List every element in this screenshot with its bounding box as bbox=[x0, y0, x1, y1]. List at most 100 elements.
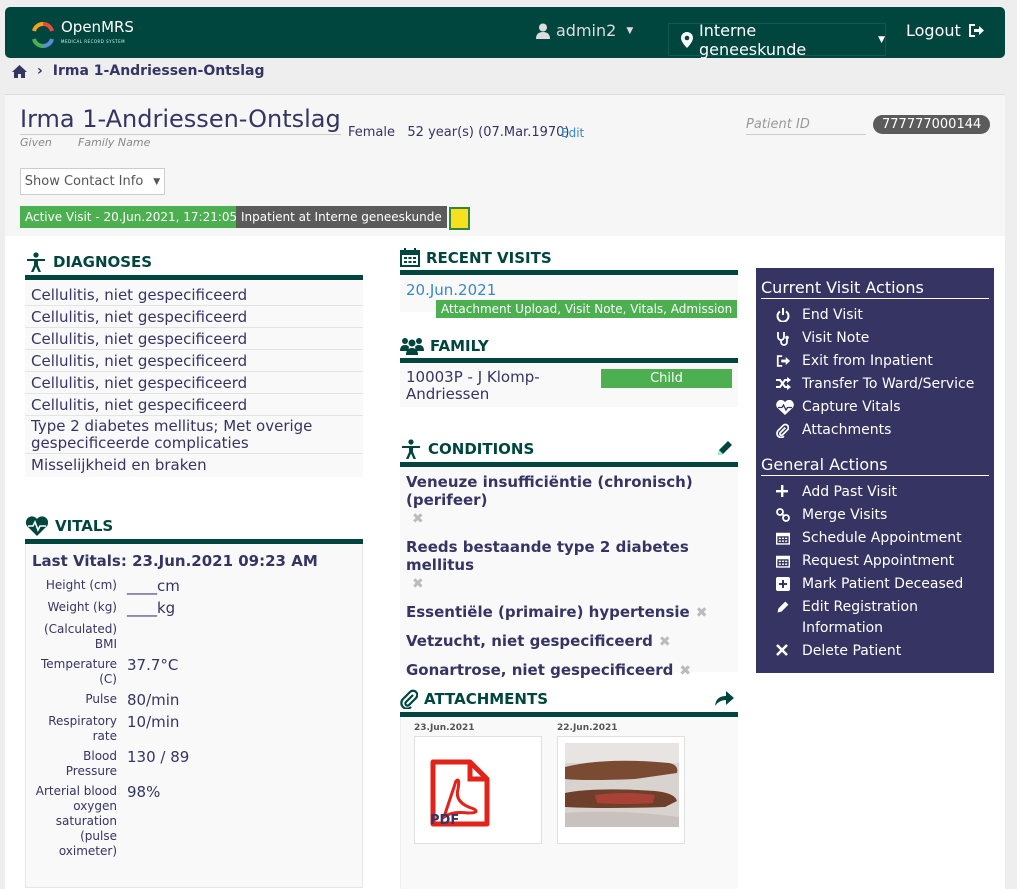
diagnosis-item: Cellulitis, niet gespecificeerd bbox=[25, 394, 363, 416]
attachment-thumbnail-pdf[interactable]: PDF bbox=[414, 736, 542, 844]
capture-vitals-action[interactable]: Capture Vitals bbox=[761, 397, 989, 418]
condition-icon bbox=[402, 439, 420, 459]
exit-from-inpatient-action[interactable]: Exit from Inpatient bbox=[761, 351, 989, 372]
vital-value: 10/min bbox=[127, 713, 180, 731]
pencil-icon bbox=[776, 597, 802, 614]
visit-actions-panel: Current Visit Actions End Visit Visit No… bbox=[756, 268, 994, 673]
conditions-list: Veneuze insufficiëntie (chronisch) (peri… bbox=[400, 467, 738, 679]
heart-icon bbox=[776, 397, 802, 415]
attachments-header: ATTACHMENTS bbox=[400, 689, 738, 717]
diagnoses-title: DIAGNOSES bbox=[53, 253, 153, 271]
vital-value: 80/min bbox=[127, 691, 180, 709]
visit-note-action[interactable]: Visit Note bbox=[761, 328, 989, 349]
share-arrow-icon[interactable] bbox=[713, 689, 735, 707]
visit-date-link[interactable]: 20.Jun.2021 bbox=[406, 281, 732, 299]
vital-label: Pulse bbox=[85, 692, 117, 706]
location-selector[interactable]: Interne geneeskunde ▼ bbox=[668, 21, 886, 59]
brand-name: OpenMRS MEDICAL RECORD SYSTEM bbox=[61, 20, 134, 49]
breadcrumb-patient: Irma 1-Andriessen-Ontslag bbox=[52, 63, 265, 79]
end-visit-action[interactable]: End Visit bbox=[761, 305, 989, 326]
family-section: FAMILY 10003P - J Klomp-Andriessen Child bbox=[400, 337, 738, 407]
chevron-down-icon: ▼ bbox=[878, 34, 885, 45]
active-visit-badge: Active Visit - 20.Jun.2021, 17:21:05 bbox=[20, 206, 243, 228]
diagnosis-item: Cellulitis, niet gespecificeerd bbox=[25, 328, 363, 350]
remove-condition-icon[interactable]: ✖ bbox=[696, 605, 708, 621]
brand-label: OpenMRS bbox=[61, 18, 134, 36]
condition-label: Gonartrose, niet gespecificeerd bbox=[406, 661, 674, 679]
family-member-name[interactable]: 10003P - J Klomp-Andriessen bbox=[406, 369, 586, 403]
attachment-date: 23.Jun.2021 bbox=[414, 723, 475, 733]
recent-visits-section: RECENT VISITS 20.Jun.2021 Attachment Upl… bbox=[400, 248, 738, 318]
vitals-panel: Last Vitals: 23.Jun.2021 09:23 AM Height… bbox=[25, 544, 363, 888]
diagnosis-item: Cellulitis, niet gespecificeerd bbox=[25, 284, 363, 306]
attachment-date: 22.Jun.2021 bbox=[557, 723, 618, 733]
action-label: Edit Registration Information bbox=[802, 599, 918, 636]
attachments-title: ATTACHMENTS bbox=[424, 690, 549, 708]
paperclip-icon bbox=[776, 420, 802, 438]
remove-condition-icon[interactable]: ✖ bbox=[412, 511, 424, 527]
sticky-note-icon[interactable] bbox=[449, 207, 470, 230]
vital-value: 37.7°C bbox=[127, 656, 179, 674]
conditions-header: CONDITIONS bbox=[400, 439, 738, 467]
heartbeat-icon bbox=[25, 516, 49, 536]
stethoscope-icon bbox=[776, 328, 802, 346]
request-appointment-action[interactable]: Request Appointment bbox=[761, 551, 989, 572]
attachments-action[interactable]: Attachments bbox=[761, 420, 989, 441]
mark-deceased-action[interactable]: Mark Patient Deceased bbox=[761, 574, 989, 595]
delete-patient-action[interactable]: Delete Patient bbox=[761, 641, 989, 662]
current-visit-actions-title: Current Visit Actions bbox=[761, 278, 989, 299]
vital-label: (Calculated) BMI bbox=[43, 622, 117, 651]
condition-label: Vetzucht, niet gespecificeerd bbox=[406, 632, 653, 650]
merge-visits-action[interactable]: Merge Visits bbox=[761, 505, 989, 526]
vitals-title: VITALS bbox=[55, 517, 114, 535]
conditions-section: CONDITIONS Veneuze insufficiëntie (chron… bbox=[400, 439, 738, 679]
diagnoses-list: Cellulitis, niet gespecificeerd Cellulit… bbox=[25, 280, 363, 477]
action-label: Transfer To Ward/Service bbox=[802, 376, 975, 392]
patient-id-label: Patient ID bbox=[746, 117, 866, 135]
vital-label: Arterial blood oxygen saturation (pulse … bbox=[35, 784, 117, 858]
condition-label: Essentiële (primaire) hypertensie bbox=[406, 603, 690, 621]
relationship-badge: Child bbox=[601, 369, 732, 388]
action-label: Add Past Visit bbox=[802, 484, 898, 500]
vital-value: ____kg bbox=[127, 599, 176, 617]
x-icon bbox=[776, 641, 802, 656]
show-contact-info-button[interactable]: Show Contact Info ▼ bbox=[20, 168, 165, 195]
schedule-appointment-action[interactable]: Schedule Appointment bbox=[761, 528, 989, 549]
action-label: Visit Note bbox=[802, 330, 870, 346]
visit-encounters-badge: Attachment Upload, Visit Note, Vitals, A… bbox=[436, 300, 738, 318]
pencil-icon[interactable] bbox=[716, 439, 734, 457]
edit-patient-link[interactable]: Edit bbox=[561, 126, 584, 140]
vital-label: Temperature (C) bbox=[40, 657, 117, 686]
brand-subtitle: MEDICAL RECORD SYSTEM bbox=[61, 39, 126, 44]
remove-condition-icon[interactable]: ✖ bbox=[659, 634, 671, 650]
condition-label: Veneuze insufficiëntie (chronisch) (peri… bbox=[406, 473, 693, 509]
family-header: FAMILY bbox=[400, 337, 738, 363]
family-icon bbox=[400, 338, 424, 355]
remove-condition-icon[interactable]: ✖ bbox=[412, 576, 424, 592]
power-icon bbox=[776, 305, 802, 322]
show-contact-info-label: Show Contact Info bbox=[24, 174, 144, 189]
vitals-header: VITALS bbox=[25, 516, 363, 544]
transfer-ward-action[interactable]: Transfer To Ward/Service bbox=[761, 374, 989, 395]
attachments-section: ATTACHMENTS 23.Jun.2021 PDF 22.Jun.2021 bbox=[400, 689, 738, 889]
recent-visit-item: 20.Jun.2021 Attachment Upload, Visit Not… bbox=[400, 275, 738, 318]
openmrs-logo[interactable]: OpenMRS MEDICAL RECORD SYSTEM bbox=[30, 20, 134, 49]
remove-condition-icon[interactable]: ✖ bbox=[679, 663, 691, 679]
top-navbar: OpenMRS MEDICAL RECORD SYSTEM admin2 ▼ I… bbox=[5, 7, 1005, 59]
conditions-title: CONDITIONS bbox=[428, 440, 535, 458]
edit-registration-action[interactable]: Edit Registration Information bbox=[761, 597, 989, 639]
add-past-visit-action[interactable]: Add Past Visit bbox=[761, 482, 989, 503]
condition-item: Gonartrose, niet gespecificeerd ✖ bbox=[406, 661, 732, 680]
diagnoses-header: DIAGNOSES bbox=[25, 252, 363, 280]
action-label: Exit from Inpatient bbox=[802, 353, 933, 369]
diagnosis-icon bbox=[27, 252, 45, 272]
attachment-thumbnail-image[interactable] bbox=[557, 736, 685, 844]
patient-header: Irma 1-Andriessen-Ontslag Given Family N… bbox=[5, 94, 1005, 236]
caret-down-icon: ▼ bbox=[153, 176, 161, 187]
logout-link[interactable]: Logout bbox=[906, 21, 985, 40]
user-menu[interactable]: admin2 ▼ bbox=[536, 21, 633, 40]
diagnoses-section: DIAGNOSES Cellulitis, niet gespecificeer… bbox=[25, 252, 363, 477]
home-icon[interactable] bbox=[12, 64, 27, 78]
openmrs-logo-icon bbox=[32, 21, 54, 48]
